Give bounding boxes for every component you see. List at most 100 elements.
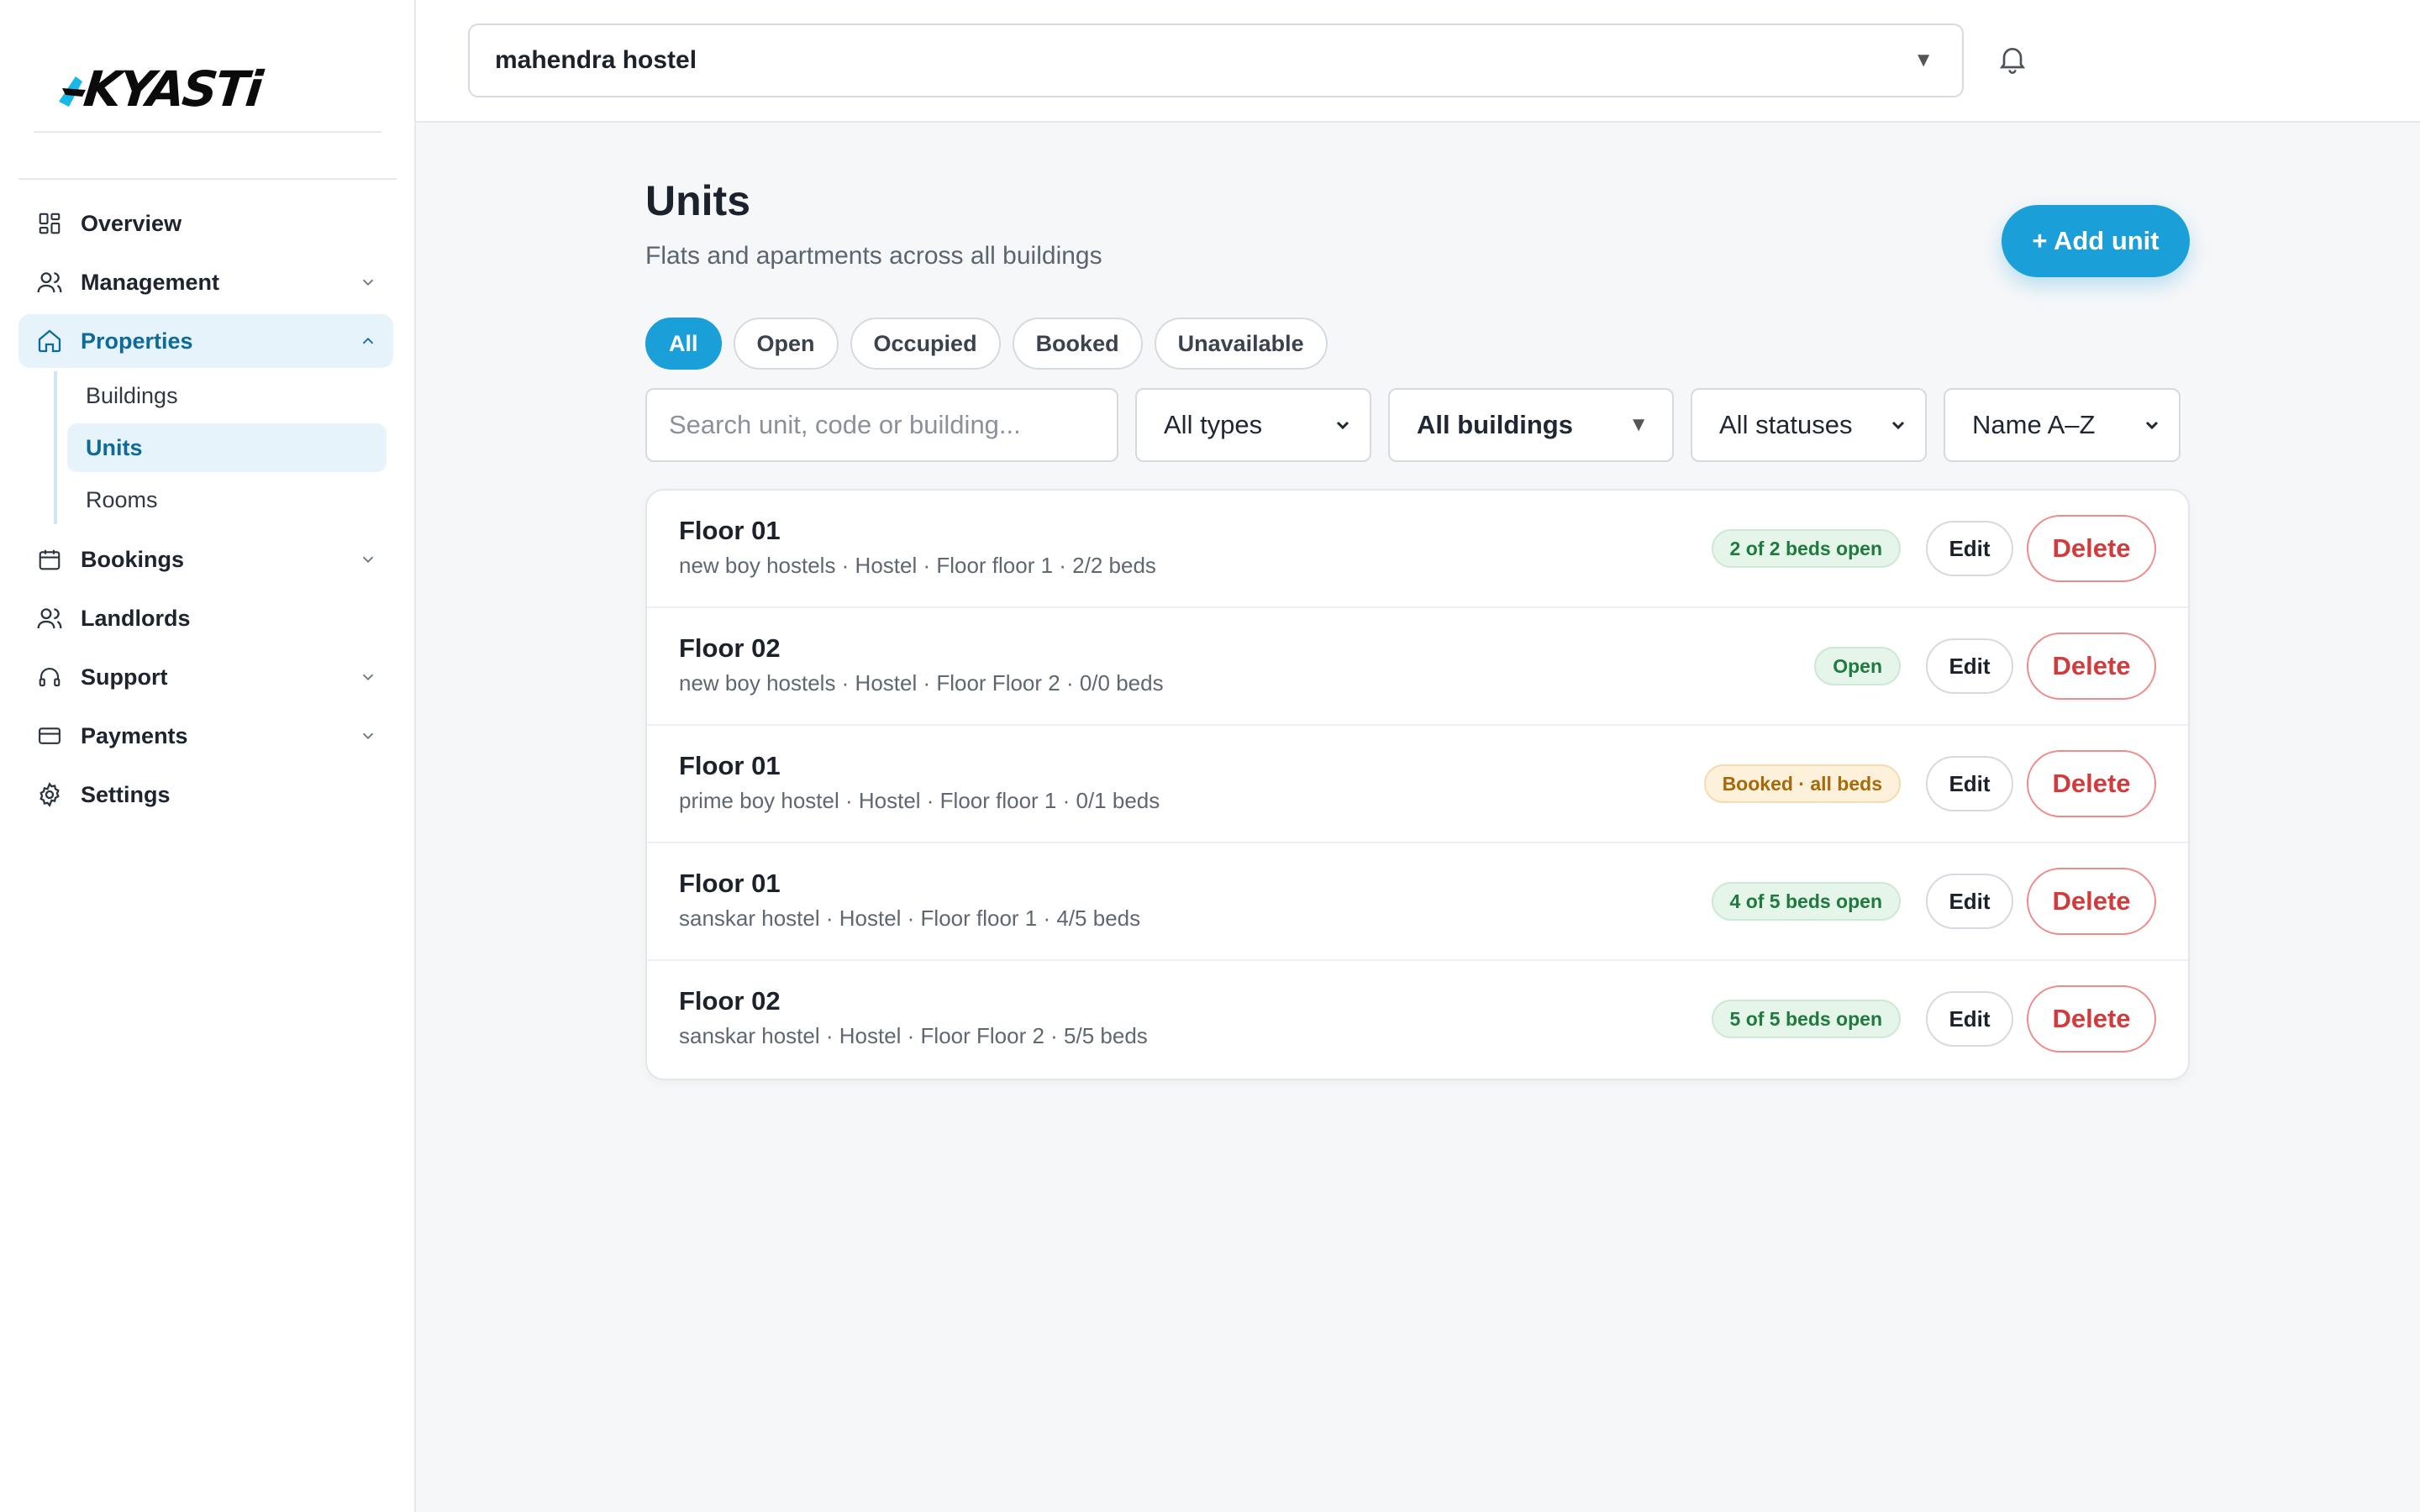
delete-button[interactable]: Delete	[2027, 750, 2156, 817]
unit-actions: 5 of 5 beds open Edit Delete	[1711, 984, 2156, 1053]
topbar: mahendra hostel ▼	[416, 0, 2420, 123]
chip-occupied[interactable]: Occupied	[850, 318, 1001, 370]
sidebar-item-support[interactable]: Support	[18, 650, 393, 704]
sidebar-item-label: Support	[81, 664, 168, 690]
sidebar-item-label: Management	[81, 269, 220, 295]
sidebar-item-label: Settings	[81, 781, 171, 807]
edit-button[interactable]: Edit	[1926, 638, 2013, 694]
chip-booked[interactable]: Booked	[1012, 318, 1143, 370]
unit-meta: new boy hostels · Hostel · Floor floor 1…	[679, 553, 1156, 578]
chevron-down-icon	[1891, 421, 1905, 430]
bell-icon[interactable]	[1996, 40, 2033, 81]
edit-button[interactable]: Edit	[1926, 521, 2013, 576]
sidebar-item-overview[interactable]: Overview	[18, 197, 393, 250]
hostel-select[interactable]: mahendra hostel ▼	[468, 24, 1964, 97]
page-subtitle: Flats and apartments across all building…	[645, 242, 1102, 270]
status-select[interactable]: All statuses	[1691, 388, 1927, 462]
unit-actions: Open Edit Delete	[1814, 632, 2156, 701]
status-badge: Booked · all beds	[1703, 764, 1901, 803]
status-badge: 4 of 5 beds open	[1711, 882, 1901, 921]
page-title: Units	[645, 177, 750, 224]
chevron-down-icon	[356, 270, 380, 294]
unit-name: Floor 01	[679, 869, 781, 898]
sidebar-item-label: Properties	[81, 328, 193, 354]
add-unit-button[interactable]: + Add unit	[2002, 205, 2190, 277]
unit-meta: sanskar hostel · Hostel · Floor floor 1 …	[679, 906, 1141, 931]
sidebar-item-label: Landlords	[81, 605, 191, 631]
logo-area: KYASTi	[34, 50, 381, 133]
unit-row: Floor 01 prime boy hostel · Hostel · Flo…	[647, 726, 2188, 843]
unit-meta: prime boy hostel · Hostel · Floor floor …	[679, 788, 1160, 813]
edit-button[interactable]: Edit	[1926, 991, 2013, 1047]
status-badge: 5 of 5 beds open	[1711, 1000, 1901, 1038]
chevron-down-icon	[356, 548, 380, 571]
sidebar-item-label: Overview	[81, 210, 182, 236]
building-select-value: All buildings	[1417, 410, 1573, 439]
card-icon	[35, 722, 64, 750]
filter-bar: Search unit, code or building... All typ…	[645, 388, 2181, 462]
chip-open[interactable]: Open	[733, 318, 839, 370]
chevron-down-icon	[356, 724, 380, 748]
sidebar-item-landlords[interactable]: Landlords	[18, 591, 393, 645]
delete-button[interactable]: Delete	[2027, 985, 2156, 1053]
properties-subnav: Buildings Units Rooms	[54, 371, 393, 524]
building-select[interactable]: All buildings ▼	[1388, 388, 1674, 462]
unit-row: Floor 02 sanskar hostel · Hostel · Floor…	[647, 961, 2188, 1079]
unit-name: Floor 01	[679, 516, 781, 545]
units-list: Floor 01 new boy hostels · Hostel · Floo…	[645, 489, 2190, 1080]
status-filter-chips: All Open Occupied Booked Unavailable	[645, 318, 1328, 370]
logo-text: KYASTi	[81, 60, 264, 118]
caret-down-icon: ▼	[1913, 49, 1933, 71]
status-badge: 2 of 2 beds open	[1711, 529, 1901, 568]
caret-down-icon: ▼	[1628, 413, 1649, 436]
sidebar-item-payments[interactable]: Payments	[18, 709, 393, 763]
delete-button[interactable]: Delete	[2027, 868, 2156, 935]
chevron-up-icon	[356, 329, 380, 353]
sidebar-item-bookings[interactable]: Bookings	[18, 533, 393, 586]
chip-all[interactable]: All	[645, 318, 722, 370]
chevron-down-icon	[356, 665, 380, 689]
sort-select[interactable]: Name A–Z	[1944, 388, 2181, 462]
unit-actions: 2 of 2 beds open Edit Delete	[1711, 514, 2156, 583]
calendar-icon	[35, 545, 64, 574]
headset-icon	[35, 663, 64, 691]
sort-select-value: Name A–Z	[1972, 410, 2096, 439]
grid-icon	[35, 209, 64, 238]
unit-name: Floor 01	[679, 751, 781, 780]
unit-meta: sanskar hostel · Hostel · Floor Floor 2 …	[679, 1023, 1148, 1048]
sidebar-item-label: Bookings	[81, 546, 185, 572]
type-select[interactable]: All types	[1135, 388, 1371, 462]
delete-button[interactable]: Delete	[2027, 515, 2156, 582]
search-input[interactable]: Search unit, code or building...	[645, 388, 1118, 462]
unit-row: Floor 01 new boy hostels · Hostel · Floo…	[647, 491, 2188, 608]
chip-unavailable[interactable]: Unavailable	[1154, 318, 1328, 370]
unit-meta: new boy hostels · Hostel · Floor Floor 2…	[679, 670, 1164, 696]
unit-row: Floor 01 sanskar hostel · Hostel · Floor…	[647, 843, 2188, 961]
sidebar-item-label: Payments	[81, 722, 188, 748]
sidebar-subitem-units[interactable]: Units	[67, 423, 387, 472]
hostel-select-value: mahendra hostel	[495, 46, 697, 74]
chevron-down-icon	[2145, 421, 2159, 430]
status-select-value: All statuses	[1719, 410, 1853, 439]
edit-button[interactable]: Edit	[1926, 756, 2013, 811]
status-badge: Open	[1814, 647, 1901, 685]
sidebar-item-settings[interactable]: Settings	[18, 768, 393, 822]
logo[interactable]: KYASTi	[57, 60, 264, 118]
gear-icon	[35, 780, 64, 809]
unit-name: Floor 02	[679, 633, 781, 663]
sidebar-subitem-rooms[interactable]: Rooms	[67, 475, 387, 524]
chevron-down-icon	[1336, 421, 1349, 430]
sidebar-item-management[interactable]: Management	[18, 255, 393, 309]
home-icon	[35, 327, 64, 355]
unit-name: Floor 02	[679, 986, 781, 1016]
sidebar-nav: Overview Management Properties Buildings…	[18, 197, 393, 827]
delete-button[interactable]: Delete	[2027, 633, 2156, 700]
sidebar-divider	[18, 178, 397, 180]
sidebar: KYASTi Overview Management Properties Bu…	[0, 0, 416, 1512]
sidebar-item-properties[interactable]: Properties	[18, 314, 393, 368]
unit-actions: Booked · all beds Edit Delete	[1703, 749, 2156, 818]
edit-button[interactable]: Edit	[1926, 874, 2013, 929]
sidebar-subitem-buildings[interactable]: Buildings	[67, 371, 387, 420]
users-icon	[35, 268, 64, 297]
type-select-value: All types	[1164, 410, 1263, 439]
